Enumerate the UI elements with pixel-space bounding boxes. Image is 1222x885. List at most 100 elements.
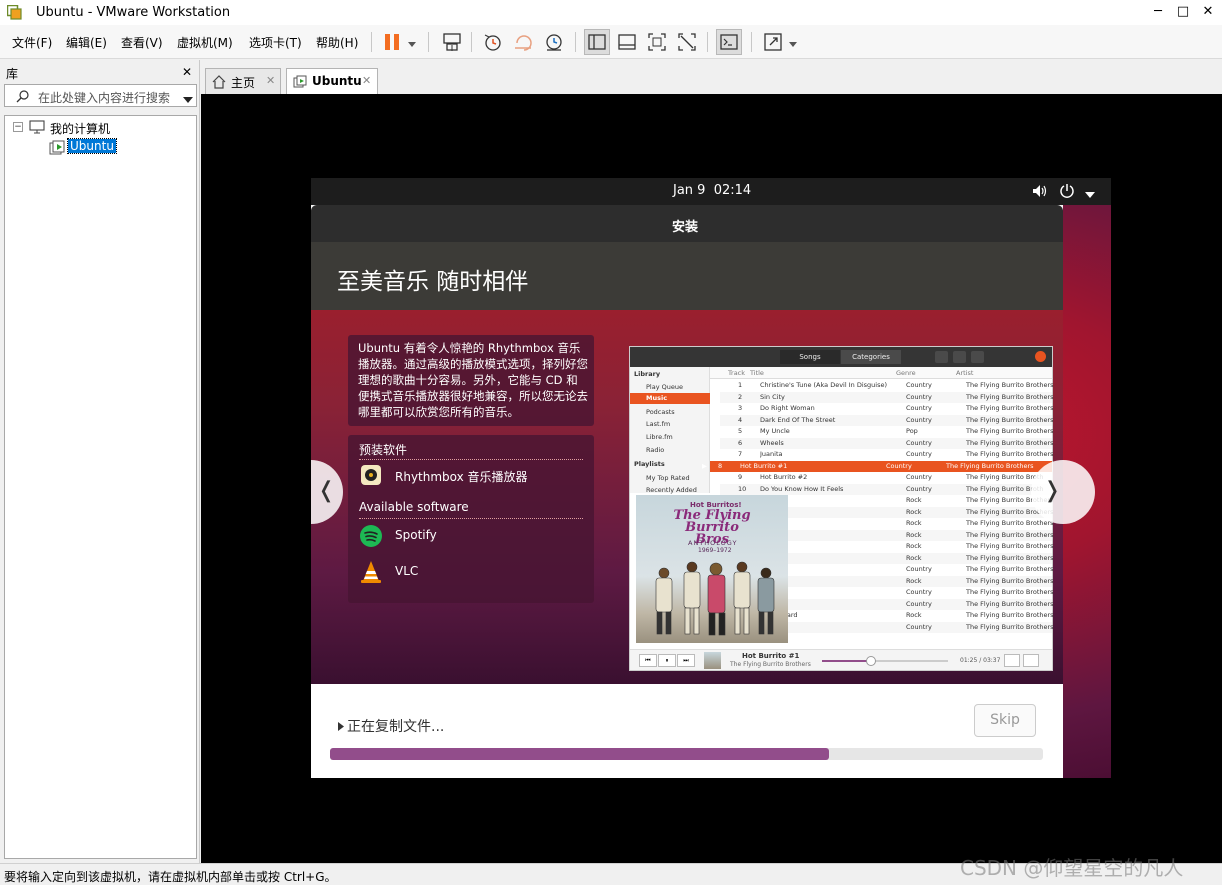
installer-footer: 正在复制文件... Skip (311, 684, 1063, 778)
rb-headerbar: Songs Categories (630, 347, 1052, 367)
snapshot-icon[interactable] (482, 31, 504, 53)
rb-cell-n: 6 (738, 438, 743, 447)
menu-edit[interactable]: 编辑(E) (66, 34, 107, 51)
rb-cell-artist: The Flying Burrito Brothers (966, 450, 1054, 458)
tab-close-icon[interactable]: ✕ (266, 74, 275, 87)
available-heading: Available software (359, 500, 469, 514)
rb-track-row: 2 Sin City Country The Flying Burrito Broth… (720, 391, 1054, 403)
volume-icon[interactable] (1032, 184, 1048, 198)
rb-cell-genre: Country (906, 438, 932, 447)
rb-cell-artist: The Flying Burrito Brothers (966, 576, 1054, 585)
library-tree: − 我的计算机 Ubuntu (4, 115, 197, 859)
rb-repeat-icon (1004, 654, 1020, 667)
album-years-text: 1969–1972 (698, 547, 732, 554)
unity-mode-icon[interactable] (676, 31, 698, 53)
toolbar-separator (428, 32, 429, 52)
stretch-guest-icon[interactable] (762, 31, 784, 53)
menu-help[interactable]: 帮助(H) (316, 34, 358, 51)
show-library-button[interactable] (584, 29, 610, 55)
rb-cell-genre: Country (906, 473, 932, 481)
rb-cell-genre: Rock (906, 519, 922, 527)
slide-next-button[interactable]: ❭ (1031, 460, 1095, 524)
rb-cell-n: 4 (738, 415, 743, 424)
rb-cell-artist: The Flying Burrito Brothers (966, 415, 1054, 424)
fullscreen-icon[interactable] (646, 31, 668, 53)
rb-cell-artist: The Flying Burrito Brothers (966, 599, 1054, 608)
heading-divider (359, 459, 583, 460)
rb-cell-genre: Rock (906, 530, 922, 539)
thumbnail-bar-icon[interactable] (616, 31, 638, 53)
rb-cell-genre: Country (906, 415, 932, 424)
album-art: Hot Burritos! The Flying Burrito Bros AN… (636, 495, 788, 643)
rb-cell-title: Hot Burrito #2 (760, 473, 808, 481)
menu-file[interactable]: 文件(F) (12, 34, 52, 51)
send-ctrl-alt-del-icon[interactable] (441, 31, 463, 53)
menu-vm[interactable]: 虚拟机(M) (177, 34, 233, 51)
menu-view[interactable]: 查看(V) (121, 34, 163, 51)
progress-status[interactable]: 正在复制文件... (347, 716, 444, 736)
heading-divider (359, 518, 583, 519)
clock[interactable]: Jan 9 02:14 (673, 183, 751, 198)
rb-now-title: Hot Burrito #1 (742, 652, 800, 660)
rb-cell-genre: Rock (906, 542, 922, 550)
rb-col-track: Track (728, 369, 746, 377)
rb-playlist-item: My Top Rated (646, 474, 690, 482)
rb-column-headers: Track Title Genre Artist (710, 367, 1052, 379)
skip-button[interactable]: Skip (974, 704, 1036, 737)
rb-cell-artist: The Flying Burrito Brothers (966, 427, 1054, 435)
rb-cell-genre: Rock (906, 576, 922, 585)
tree-root-label[interactable]: 我的计算机 (50, 120, 110, 137)
console-view-button[interactable] (716, 29, 742, 55)
installer-window: 安装 至美音乐 随时相伴 Ubuntu 有着令人惊艳的 Rhythmbox 音乐… (311, 205, 1095, 778)
home-icon (212, 75, 226, 89)
album-sub-text: ANTHOLOGY (688, 539, 738, 547)
description-card: Ubuntu 有着令人惊艳的 Rhythmbox 音乐播放器。通过高级的播放模式… (348, 335, 594, 426)
rb-library-heading: Library (634, 370, 661, 378)
rb-cell-artist: The Flying Burrito Brothers (966, 519, 1054, 527)
tab-ubuntu[interactable]: Ubuntu ✕ (286, 68, 378, 96)
rb-sidebar-item: Last.fm (646, 420, 671, 428)
revert-snapshot-icon[interactable] (513, 31, 535, 53)
vm-icon (49, 140, 65, 156)
tree-expander[interactable]: − (13, 122, 23, 132)
tab-home[interactable]: 主页 ✕ (205, 68, 281, 95)
rb-cell-artist: The Flying Burrito Brothers (966, 530, 1054, 539)
clock-time: 02:14 (713, 183, 752, 198)
search-dropdown-icon[interactable] (183, 93, 193, 103)
rb-cell-title: Christine's Tune (Aka Devil In Disguise) (760, 381, 888, 389)
rb-cell-genre: Country (906, 565, 932, 573)
rb-cell-genre: Pop (906, 427, 918, 435)
tab-label: 主页 (231, 76, 256, 90)
pause-icon[interactable] (382, 31, 404, 53)
rb-col-artist: Artist (956, 369, 974, 377)
library-close-button[interactable]: ✕ (182, 65, 192, 79)
power-icon[interactable] (1059, 183, 1075, 199)
expander-triangle-icon[interactable] (337, 720, 345, 731)
available-item-spotify: Spotify (395, 528, 437, 542)
rb-cell-n: 3 (738, 404, 743, 412)
rb-prev-icon: ⏮ (639, 654, 657, 667)
status-text: 要将输入定向到该虚拟机，请在虚拟机内部单击或按 Ctrl+G。 (4, 870, 337, 884)
rb-cell-genre: Country (906, 404, 932, 412)
rb-pause-icon: ⏸ (658, 654, 676, 667)
rb-cell-artist: The Flying Burrito Brothers (966, 392, 1054, 401)
ubuntu-screen[interactable]: Jan 9 02:14 安装 至美音乐 随时相伴 Ubuntu 有着令人惊艳的 … (311, 178, 1111, 778)
rb-tab-songs: Songs (780, 350, 840, 364)
rb-close-icon (1035, 351, 1046, 362)
tab-close-icon[interactable]: ✕ (362, 74, 371, 87)
rb-cell-artist: The Flying Burrito Brothers (966, 404, 1054, 412)
pause-dropdown-icon[interactable] (407, 38, 417, 47)
system-menu-arrow-icon[interactable] (1085, 188, 1095, 198)
progress-bar-fill (330, 748, 830, 760)
stretch-dropdown-icon[interactable] (788, 38, 798, 47)
rb-track-row: 8 Hot Burrito #1 Country The Flying Burrito… (702, 460, 1052, 472)
menu-tabs[interactable]: 选项卡(T) (249, 34, 302, 51)
tree-item-ubuntu[interactable]: Ubuntu (67, 138, 117, 154)
snapshot-manager-icon[interactable] (543, 31, 565, 53)
rb-sidebar-item: Music (646, 394, 668, 402)
rb-cell-genre: Country (906, 392, 932, 401)
toolbar-separator (575, 32, 576, 52)
band-figures (655, 561, 775, 636)
library-search-box[interactable]: 在此处键入内容进行搜索 (4, 84, 197, 107)
close-button[interactable]: ✕ (1193, 3, 1222, 21)
